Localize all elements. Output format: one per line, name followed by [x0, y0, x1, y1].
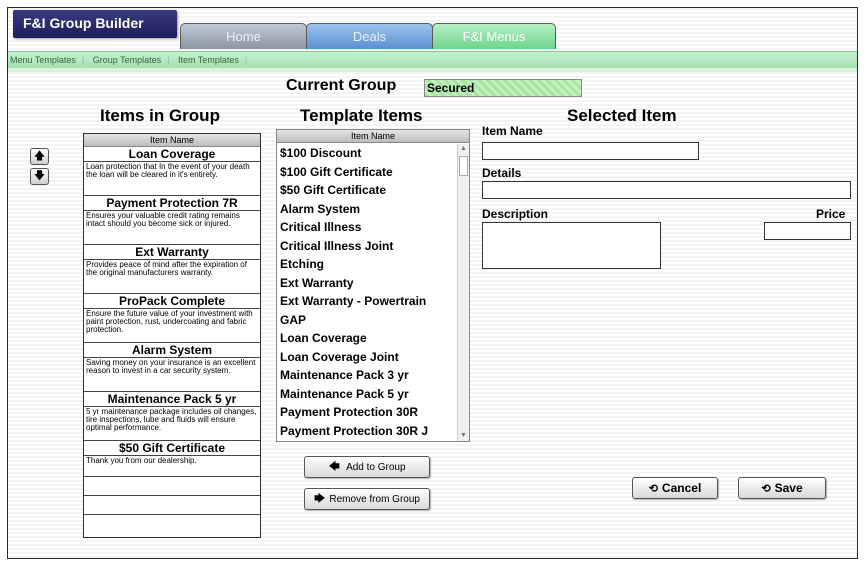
group-item[interactable]: $50 Gift Certificate Thank you from our … — [84, 441, 260, 477]
price-label: Price — [816, 207, 846, 221]
subnav-item-templates[interactable]: Item Templates — [178, 55, 239, 65]
save-icon: ⟲ — [761, 483, 771, 495]
group-item-name: Alarm System — [84, 343, 260, 358]
subnav-menu-templates[interactable]: Menu Templates — [10, 55, 76, 65]
tab-home[interactable]: Home — [180, 23, 307, 49]
group-item[interactable]: Ext Warranty Provides peace of mind afte… — [84, 245, 260, 294]
template-item[interactable]: $50 Gift Certificate — [277, 181, 457, 200]
template-item[interactable]: Critical Illness Joint — [277, 237, 457, 256]
template-items-list: Item Name $100 Discount $100 Gift Certifi… — [276, 129, 470, 442]
tab-deals[interactable]: Deals — [306, 23, 433, 49]
current-group-label: Current Group — [286, 77, 397, 94]
cancel-button[interactable]: ⟲ Cancel — [632, 477, 718, 499]
group-item[interactable]: Maintenance Pack 5 yr 5 yr maintenance p… — [84, 392, 260, 441]
subnav-bar: Menu Templates | Group Templates | Item Te… — [8, 51, 857, 68]
add-to-group-button[interactable]: 🡄 Add to Group — [304, 456, 430, 478]
details-label: Details — [482, 166, 522, 180]
arrow-down-icon: 🡇 — [33, 170, 46, 182]
empty-row[interactable] — [84, 496, 260, 515]
group-item-name: Ext Warranty — [84, 245, 260, 260]
scroll-up-icon[interactable]: ▲ — [458, 144, 469, 154]
group-item-description: Loan protection that In the event of you… — [86, 162, 250, 179]
group-item[interactable]: Payment Protection 7R Ensures your valua… — [84, 196, 260, 245]
selected-item-title: Selected Item — [567, 106, 677, 125]
template-item[interactable]: $100 Discount — [277, 144, 457, 163]
template-item[interactable]: Loan Coverage Joint — [277, 348, 457, 367]
cancel-label: Cancel — [661, 481, 702, 495]
subnav-group-templates[interactable]: Group Templates — [93, 55, 161, 65]
template-item[interactable]: $100 Gift Certificate — [277, 163, 457, 182]
scroll-down-icon[interactable]: ▼ — [458, 431, 469, 441]
group-item-description: Thank you from our dealership. — [86, 456, 197, 465]
template-item[interactable]: Etching — [277, 255, 457, 274]
template-item[interactable]: Maintenance Pack 3 yr — [277, 366, 457, 385]
template-item[interactable]: Loan Coverage — [277, 329, 457, 348]
template-items-title: Template Items — [300, 106, 423, 125]
group-item[interactable]: ProPack Complete Ensure the future value… — [84, 294, 260, 343]
empty-row[interactable] — [84, 477, 260, 496]
scrollbar-thumb[interactable] — [459, 156, 468, 176]
arrow-up-icon: 🡅 — [33, 150, 46, 162]
undo-icon: ⟲ — [648, 483, 658, 495]
template-item[interactable]: Ext Warranty — [277, 274, 457, 293]
template-item[interactable]: Critical Illness — [277, 218, 457, 237]
move-up-button[interactable]: 🡅 — [30, 148, 49, 165]
group-item-name: $50 Gift Certificate — [84, 441, 260, 456]
group-item-description: Ensure the future value of your investme… — [86, 309, 253, 334]
description-label: Description — [482, 207, 549, 221]
template-item[interactable]: Maintenance Pack 5 yr — [277, 385, 457, 404]
template-item[interactable]: Payment Protection 30R — [277, 403, 457, 422]
group-item-name: Maintenance Pack 5 yr — [84, 392, 260, 407]
arrow-right-icon: 🡆 — [314, 493, 326, 505]
group-item-description: Ensures your valuable credit rating rema… — [86, 211, 240, 228]
group-item-description: Provides peace of mind after the expirat… — [86, 260, 247, 277]
description-textarea[interactable] — [482, 222, 661, 269]
group-item[interactable]: Loan Coverage Loan protection that In th… — [84, 147, 260, 196]
template-item[interactable]: GAP — [277, 311, 457, 330]
template-items-rows: $100 Discount $100 Gift Certificate $50 Gi… — [277, 144, 457, 440]
group-item-description: 5 yr maintenance package includes oil ch… — [86, 407, 257, 432]
remove-from-group-button[interactable]: 🡆 Remove from Group — [304, 488, 430, 510]
group-item[interactable]: Alarm System Saving money on your insura… — [84, 343, 260, 392]
price-input[interactable] — [764, 222, 851, 240]
group-item-name: Loan Coverage — [84, 147, 260, 162]
current-group-field[interactable]: Secured — [424, 79, 582, 97]
group-item-name: ProPack Complete — [84, 294, 260, 309]
items-in-group-list: Item Name Loan Coverage Loan protection … — [83, 133, 261, 538]
tab-fi-menus[interactable]: F&I Menus — [432, 23, 556, 49]
details-input[interactable] — [482, 181, 851, 199]
template-item[interactable]: Ext Warranty - Powertrain — [277, 292, 457, 311]
item-name-label: Item Name — [482, 124, 543, 138]
move-down-button[interactable]: 🡇 — [30, 168, 49, 185]
group-item-description: Saving money on your insurance is an exc… — [86, 358, 256, 375]
remove-from-group-label: Remove from Group — [329, 494, 420, 505]
template-list-scrollbar[interactable]: ▲ ▼ — [457, 144, 469, 441]
app-brand: F&I Group Builder — [13, 10, 177, 38]
template-column-header: Item Name — [277, 130, 469, 143]
arrow-left-icon: 🡄 — [328, 461, 340, 473]
template-item[interactable]: Payment Protection 30R J — [277, 422, 457, 441]
save-label: Save — [774, 481, 803, 495]
save-button[interactable]: ⟲ Save — [738, 477, 826, 499]
items-in-group-title: Items in Group — [100, 106, 220, 125]
items-column-header: Item Name — [84, 134, 260, 147]
item-name-input[interactable] — [482, 142, 699, 160]
group-item-name: Payment Protection 7R — [84, 196, 260, 211]
subnav-divider — [8, 68, 857, 72]
add-to-group-label: Add to Group — [346, 462, 406, 473]
template-item[interactable]: Alarm System — [277, 200, 457, 219]
